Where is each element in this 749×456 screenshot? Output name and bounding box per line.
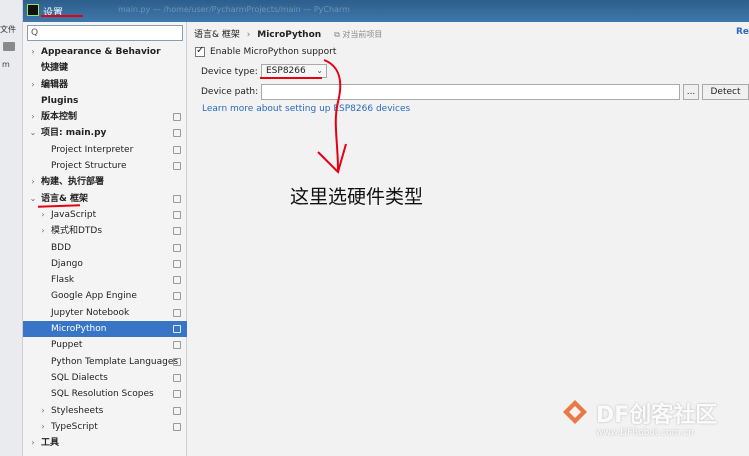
background-item: m — [2, 60, 10, 69]
project-scope-icon — [173, 194, 181, 203]
project-scope-icon — [173, 129, 181, 138]
tree-item-label: Appearance & Behavior — [41, 47, 161, 57]
chevron-right-icon[interactable]: › — [28, 44, 38, 60]
annotation-text: 这里选硬件类型 — [290, 186, 424, 208]
search-icon: Q — [31, 28, 39, 38]
tree-item-label: JavaScript — [51, 209, 97, 220]
tree-item-label: Google App Engine — [51, 291, 137, 302]
tree-item-label: 项目: main.py — [41, 128, 107, 139]
tree-item-label: 模式和DTDs — [51, 226, 103, 237]
dialog-titlebar[interactable]: 设置 main.py — /home/user/PycharmProjects/… — [23, 0, 749, 22]
tree-item-label: 构建、执行部署 — [41, 177, 105, 188]
project-scope-icon — [173, 162, 181, 171]
tree-item-puppet[interactable]: Puppet — [23, 337, 187, 353]
project-scope-icon — [173, 113, 181, 122]
chevron-right-icon[interactable]: › — [28, 77, 38, 93]
settings-sidebar: Q › Appearance & Behavior 快捷键 › 编辑器 Plug… — [23, 22, 187, 456]
tree-item-schemas-dtds[interactable]: › 模式和DTDs — [23, 223, 187, 239]
settings-search-input[interactable]: Q — [27, 25, 183, 41]
tree-item-project[interactable]: ⌄ 项目: main.py — [23, 125, 187, 141]
tree-item-label: Jupyter Notebook — [51, 307, 130, 318]
dfrobot-watermark: DF创客社区 www.DFRobot.com.cn — [560, 395, 749, 456]
project-scope-icon — [173, 145, 181, 154]
tree-item-label: Django — [51, 258, 83, 269]
tree-item-label: Project Structure — [51, 161, 127, 172]
tree-item-label: Stylesheets — [51, 405, 104, 416]
tree-item-label: 编辑器 — [41, 79, 69, 90]
title-red-underline — [41, 15, 83, 17]
chevron-right-icon[interactable]: › — [38, 419, 48, 435]
project-scope-icon — [173, 227, 181, 236]
project-scope-icon — [173, 357, 181, 366]
tree-item-flask[interactable]: Flask — [23, 272, 187, 288]
project-scope-icon — [173, 210, 181, 219]
chevron-down-icon[interactable]: ⌄ — [28, 191, 38, 207]
tree-item-stylesheets[interactable]: › Stylesheets — [23, 403, 187, 419]
annotation-arrow — [317, 59, 347, 174]
tree-item-version-control[interactable]: › 版本控制 — [23, 109, 187, 125]
tree-item-label: Python Template Languages — [51, 356, 179, 367]
chevron-right-icon[interactable]: › — [28, 435, 38, 451]
background-ide-strip: 文件 m — [0, 0, 23, 456]
tree-item-project-interpreter[interactable]: Project Interpreter — [23, 142, 187, 158]
tree-item-plugins[interactable]: Plugins — [23, 93, 187, 109]
tree-item-label: MicroPython — [51, 324, 107, 335]
chevron-right-icon[interactable]: › — [28, 109, 38, 125]
dfrobot-logo-icon — [563, 400, 587, 424]
tree-item-google-app-engine[interactable]: Google App Engine — [23, 288, 187, 304]
tree-item-label: 版本控制 — [41, 112, 78, 123]
tree-item-label: Plugins — [41, 95, 79, 106]
tree-item-sql-resolution-scopes[interactable]: SQL Resolution Scopes — [23, 386, 187, 402]
project-scope-icon — [173, 422, 181, 431]
project-scope-icon — [173, 308, 181, 317]
tree-item-typescript[interactable]: › TypeScript — [23, 419, 187, 435]
background-window-title: main.py — /home/user/PycharmProjects/mai… — [118, 5, 350, 14]
watermark-brand: DF创客社区 — [596, 403, 718, 428]
tree-item-build-execution-deployment[interactable]: › 构建、执行部署 — [23, 174, 187, 190]
project-scope-icon — [173, 259, 181, 268]
project-scope-icon — [173, 373, 181, 382]
tree-item-micropython[interactable]: MicroPython — [23, 321, 187, 338]
tree-item-python-template-languages[interactable]: Python Template Languages — [23, 354, 187, 370]
tree-item-languages-frameworks[interactable]: ⌄ 语言& 框架 — [23, 191, 187, 208]
tree-item-keymap[interactable]: 快捷键 — [23, 60, 187, 76]
tree-item-label: 快捷键 — [41, 63, 69, 74]
project-scope-icon — [173, 292, 181, 301]
project-scope-icon — [173, 406, 181, 415]
tree-item-sql-dialects[interactable]: SQL Dialects — [23, 370, 187, 386]
chevron-right-icon[interactable]: › — [38, 207, 48, 223]
chevron-right-icon[interactable]: › — [38, 403, 48, 419]
background-menu-label: 文件 — [0, 25, 16, 34]
project-scope-icon — [173, 276, 181, 285]
tree-item-label: SQL Dialects — [51, 372, 108, 383]
settings-content-pane: 语言& 框架 › MicroPython ⧉ 对当前项目 Re ✓ Enable… — [188, 22, 749, 456]
chevron-right-icon[interactable]: › — [38, 223, 48, 239]
project-scope-icon — [173, 325, 181, 334]
tree-item-bdd[interactable]: BDD — [23, 240, 187, 256]
tree-item-editor[interactable]: › 编辑器 — [23, 77, 187, 93]
tree-item-label: Puppet — [51, 340, 83, 351]
tree-item-django[interactable]: Django — [23, 256, 187, 272]
tree-item-javascript[interactable]: › JavaScript — [23, 207, 187, 223]
folder-icon — [3, 42, 15, 51]
chevron-down-icon[interactable]: ⌄ — [28, 125, 38, 141]
tree-item-jupyter-notebook[interactable]: Jupyter Notebook — [23, 305, 187, 321]
tree-item-label: Flask — [51, 275, 75, 286]
pycharm-app-icon — [27, 4, 39, 16]
project-scope-icon — [173, 390, 181, 399]
tree-item-appearance-behavior[interactable]: › Appearance & Behavior — [23, 44, 187, 60]
project-scope-icon — [173, 243, 181, 252]
tree-item-label: TypeScript — [51, 421, 98, 432]
watermark-url: www.DFRobot.com.cn — [596, 428, 694, 438]
tree-item-label: SQL Resolution Scopes — [51, 389, 154, 400]
tree-item-project-structure[interactable]: Project Structure — [23, 158, 187, 174]
project-scope-icon — [173, 341, 181, 350]
tree-item-label: Project Interpreter — [51, 144, 134, 155]
tree-item-tools[interactable]: › 工具 — [23, 435, 187, 451]
tree-item-label: BDD — [51, 242, 72, 253]
chevron-right-icon[interactable]: › — [28, 174, 38, 190]
tree-item-label: 工具 — [41, 438, 60, 449]
settings-tree: › Appearance & Behavior 快捷键 › 编辑器 Plugin… — [23, 44, 187, 451]
